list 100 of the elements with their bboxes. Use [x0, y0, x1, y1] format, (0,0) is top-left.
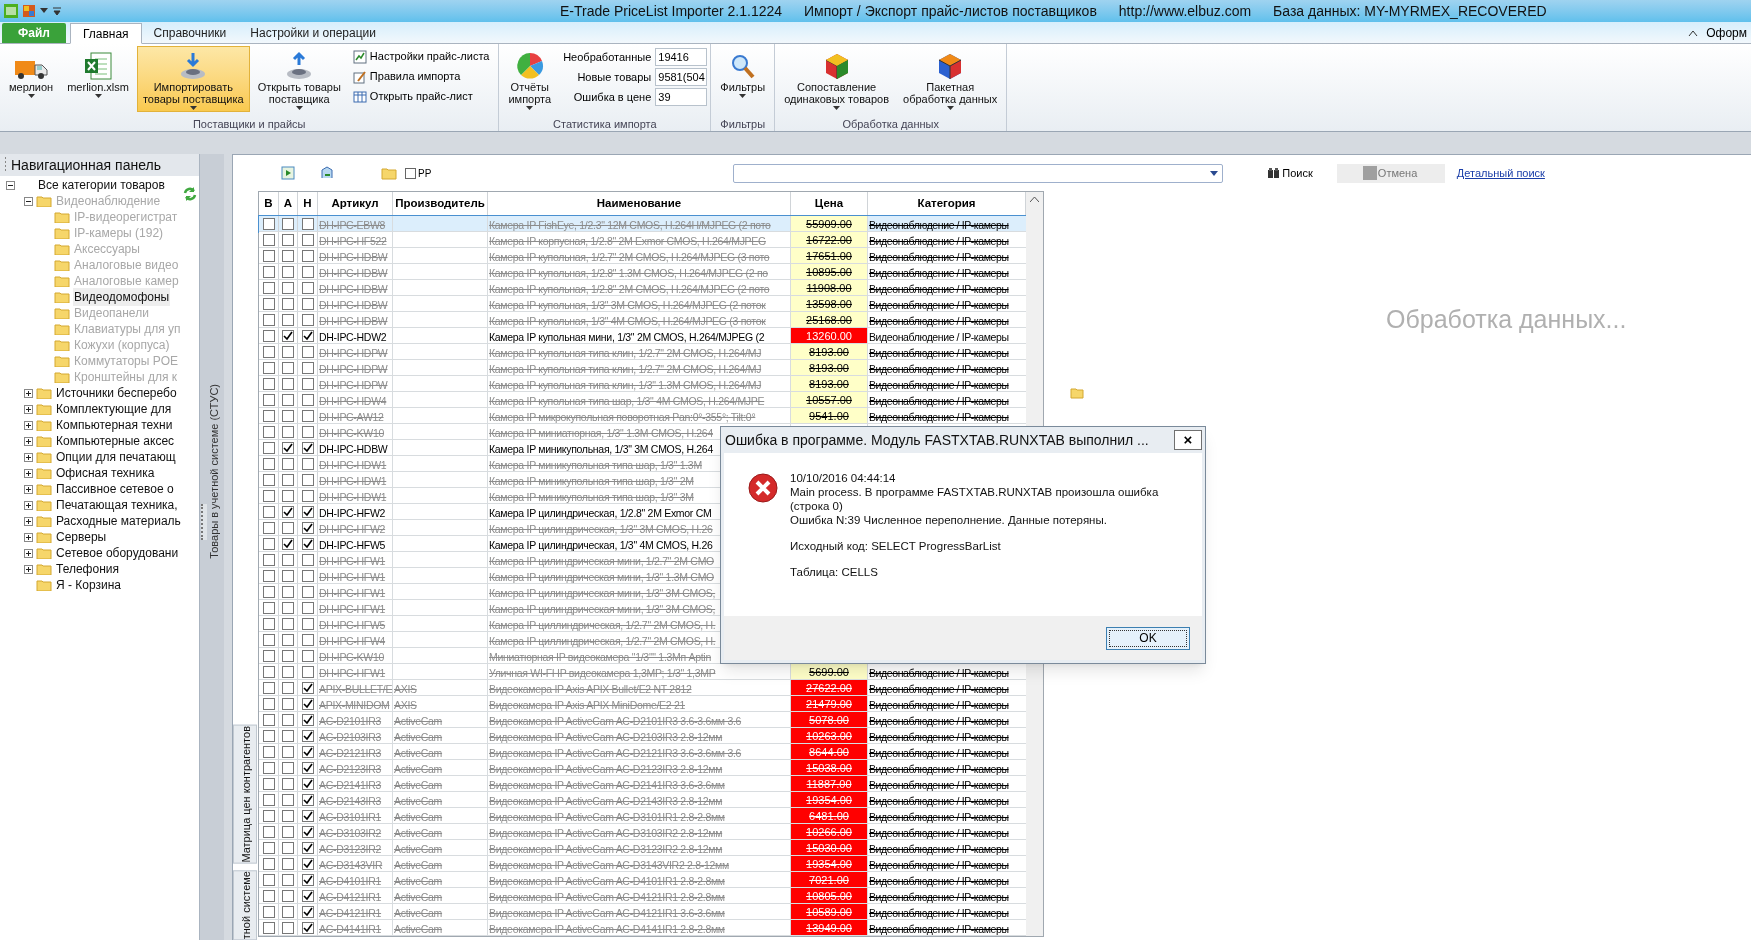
table-cell: Видеонаблюдение / IP-камеры [869, 715, 1009, 727]
price-cell: 9541.00 [791, 408, 868, 423]
table-cell: Видеокамера IP ActiveCam AC-D4121IR1 3.6-3.6мм [489, 907, 725, 919]
price-cell: 13598.00 [791, 296, 868, 311]
table-cell: DH-IPC-HDPW [319, 363, 388, 375]
table-cell: Видеонаблюдение / IP-камеры [869, 699, 1009, 711]
table-cell: DH-IPC-HDW4 [319, 395, 387, 407]
table-cell: DH-IPC-EBW8 [319, 219, 386, 231]
table-cell: Камера IP цилиндрическая, 1/2.8" 2M Exmor CM [489, 507, 712, 519]
table-cell: Видеонаблюдение / IP-камеры [869, 315, 1009, 327]
table-cell: Видеонаблюдение / IP-камеры [869, 907, 1009, 919]
price-cell: 10589.00 [791, 904, 868, 919]
table-cell: Видеокамера IP ActiveCam AC-D2143IR3 2.8-12мм [489, 795, 723, 807]
price-cell: 8193.00 [791, 360, 868, 375]
table-cell: AC-D2141IR3 [319, 779, 382, 791]
price-cell: 27622.00 [791, 680, 868, 695]
table-cell: Видеонаблюдение / IP-камеры [869, 299, 1009, 311]
table-cell: Камера IP купольная типа клин, 1/3" 1.3M CMOS, H.264/MJ [489, 379, 762, 391]
table-cell: Камера IP корпусная, 1/2.8" 2M Exmor CMOS, H.264/MJPEG [489, 235, 766, 247]
field-label: Ошибка в цене [573, 89, 652, 105]
table-cell: APIX-BULLET/E [319, 683, 393, 695]
window-title: Импорт / Экспорт прайс-листов поставщиков [804, 1, 1097, 21]
table-cell: ActiveCam [394, 923, 443, 935]
table-cell: AC-D2103IR3 [319, 731, 382, 743]
panel-title: Навигационная панель [11, 155, 161, 175]
table-cell: AC-D2101IR3 [319, 715, 382, 727]
table-cell: Камера IP купольная, 1/2.8" 1.3M CMOS, H.264/MJPEG (2 по [489, 267, 768, 279]
table-cell: DH-IPC-HDBW [319, 443, 388, 455]
table-cell: ActiveCam [394, 843, 443, 855]
table-cell: Уличная WI-FI IP видеокамера 1,3MP; 1/3" 1,3MP [489, 667, 716, 679]
table-cell: Камера IP миникупольная, 1/3" 3M CMOS, H.264 [489, 443, 713, 455]
table-cell: Видеокамера IP ActiveCam AC-D2101IR3 3.6-3.6мм 3.6 [489, 715, 742, 727]
table-cell: Видеонаблюдение / IP-камеры [869, 363, 1009, 375]
table-cell: AC-D3103IR2 [319, 827, 382, 839]
table-cell: DH-IPC-HDPW [319, 347, 388, 359]
table-cell: Камера IP купольная типа клин, 1/2.7" 2M CMOS, H.264/MJ [489, 363, 762, 375]
table-cell: Видеокамера IP Axis APIX Bullet/E2 NT 2812 [489, 683, 692, 695]
table-cell: AC-D2121IR3 [319, 747, 382, 759]
group-label: Фильтры [719, 117, 767, 131]
table-cell: DH-IPC-HDW1 [319, 475, 387, 487]
table-cell: AC-D4121IR1 [319, 891, 382, 903]
group-label: Обработка данных [841, 117, 940, 131]
table-cell: DH-IPC-HFW2 [319, 507, 386, 519]
field-label: Необработанные [563, 49, 652, 65]
table-cell: AC-D3123IR2 [319, 843, 382, 855]
window-title: E-Trade PriceList Importer 2.1.1224 [560, 1, 783, 21]
price-cell: 17651.00 [791, 248, 868, 263]
price-cell: 13949.00 [791, 920, 868, 935]
price-cell: 8193.00 [791, 376, 868, 391]
price-cell: 16722.00 [791, 232, 868, 247]
table-cell: Камера IP миникупольная типа шар, 1/3" 2M [489, 475, 694, 487]
price-cell: 55909.00 [791, 216, 868, 231]
table-cell: Видеонаблюдение / IP-камеры [869, 763, 1009, 775]
table-cell: DH-IPC-KW10 [319, 651, 384, 663]
table-cell: Камера IP миникупольная типа шар, 1/3" 3M [489, 491, 694, 503]
table-cell: DH-IPC-HDW1 [319, 491, 387, 503]
table-cell: DH-IPC-HDW2 [319, 331, 387, 343]
table-cell: Видеонаблюдение / IP-камеры [869, 859, 1009, 871]
table-cell: Видеокамера IP ActiveCam AC-D3123IR2 2.8-12мм [489, 843, 723, 855]
table-cell: Камера IP купольная, 1/3" 3M CMOS, H.264/MJPEG (2 поток [489, 299, 766, 311]
table-cell: ActiveCam [394, 811, 443, 823]
table-cell: Камера IP цилиндрическая, 1/3" 3M CMOS, H.26 [489, 523, 713, 535]
table-cell: Камера IP купольная, 1/2.7" 2M CMOS, H.264/MJPEG (3 пото [489, 251, 770, 263]
table-cell: ActiveCam [394, 875, 443, 887]
table-cell: Видеонаблюдение / IP-камеры [869, 347, 1009, 359]
table-cell: Камера IP FishEye, 1/2.3" 12M CMOS, H.264H/MJPEG (2 пото [489, 219, 771, 231]
price-cell: 10805.00 [791, 888, 868, 903]
table-cell: Камера IP цилиндрическая мини, 1/2.7" 2M CMO [489, 555, 714, 567]
price-cell: 5699.00 [791, 664, 868, 679]
table-cell: APIX-MINIDOM [319, 699, 390, 711]
table-cell: ActiveCam [394, 859, 443, 871]
group-label: Статистика импорта [552, 117, 658, 131]
table-cell: Видеокамера IP ActiveCam AC-D3101IR1 2.8-2.8мм [489, 811, 725, 823]
price-cell: 11887.00 [791, 776, 868, 791]
price-cell: 10895.00 [791, 264, 868, 279]
table-cell: DH-IPC-HDBW [319, 315, 388, 327]
table-cell: Камера IP микрокупольная поворотная Pan:0°-355°; Tilt:0° [489, 411, 756, 423]
table-cell: AXIS [394, 683, 417, 695]
window-title: База данных: MY-MYRMEX_RECOVERED [1273, 1, 1547, 21]
price-cell: 15030.00 [791, 840, 868, 855]
table-cell: DH-IPC-HFW1 [319, 667, 386, 679]
table-cell: Камера IP купольная, 1/2.8" 2M CMOS, H.264/MJPEG (2 пото [489, 283, 770, 295]
table-cell: Видеонаблюдение / IP-камеры [869, 267, 1009, 279]
price-cell: 21479.00 [791, 696, 868, 711]
table-cell: DH-IPC-HDBW [319, 251, 388, 263]
table-cell: ActiveCam [394, 763, 443, 775]
table-cell: ActiveCam [394, 715, 443, 727]
table-cell: AC-D4141IR1 [319, 923, 382, 935]
table-cell: Камера IP цилиндрическая, 1/3" 4M CMOS, H.26 [489, 539, 713, 551]
table-cell: ActiveCam [394, 795, 443, 807]
dialog-message: 10/10/2016 04:44:14 [790, 471, 897, 485]
table-cell: Миниатюрная IP видеокамера "1/3"" 1.3Мп Aptin [489, 651, 711, 663]
table-cell: Видеокамера IP Axis APIX MiniDome/E2 21 [489, 699, 685, 711]
table-cell: Видеонаблюдение / IP-камеры [869, 667, 1009, 679]
table-cell: DH-IPC-HFW4 [319, 635, 386, 647]
table-cell: AXIS [394, 699, 417, 711]
table-cell: Видеонаблюдение / IP-камеры [869, 331, 1009, 343]
table-cell: Камера IP купольная, 1/3" 4M CMOS, H.264/MJPEG (3 поток [489, 315, 766, 327]
table-cell: AC-D3143VIR [319, 859, 383, 871]
table-cell: Камера IP цилиндрическая мини, 1/3" 3M CMOS, [489, 603, 716, 615]
